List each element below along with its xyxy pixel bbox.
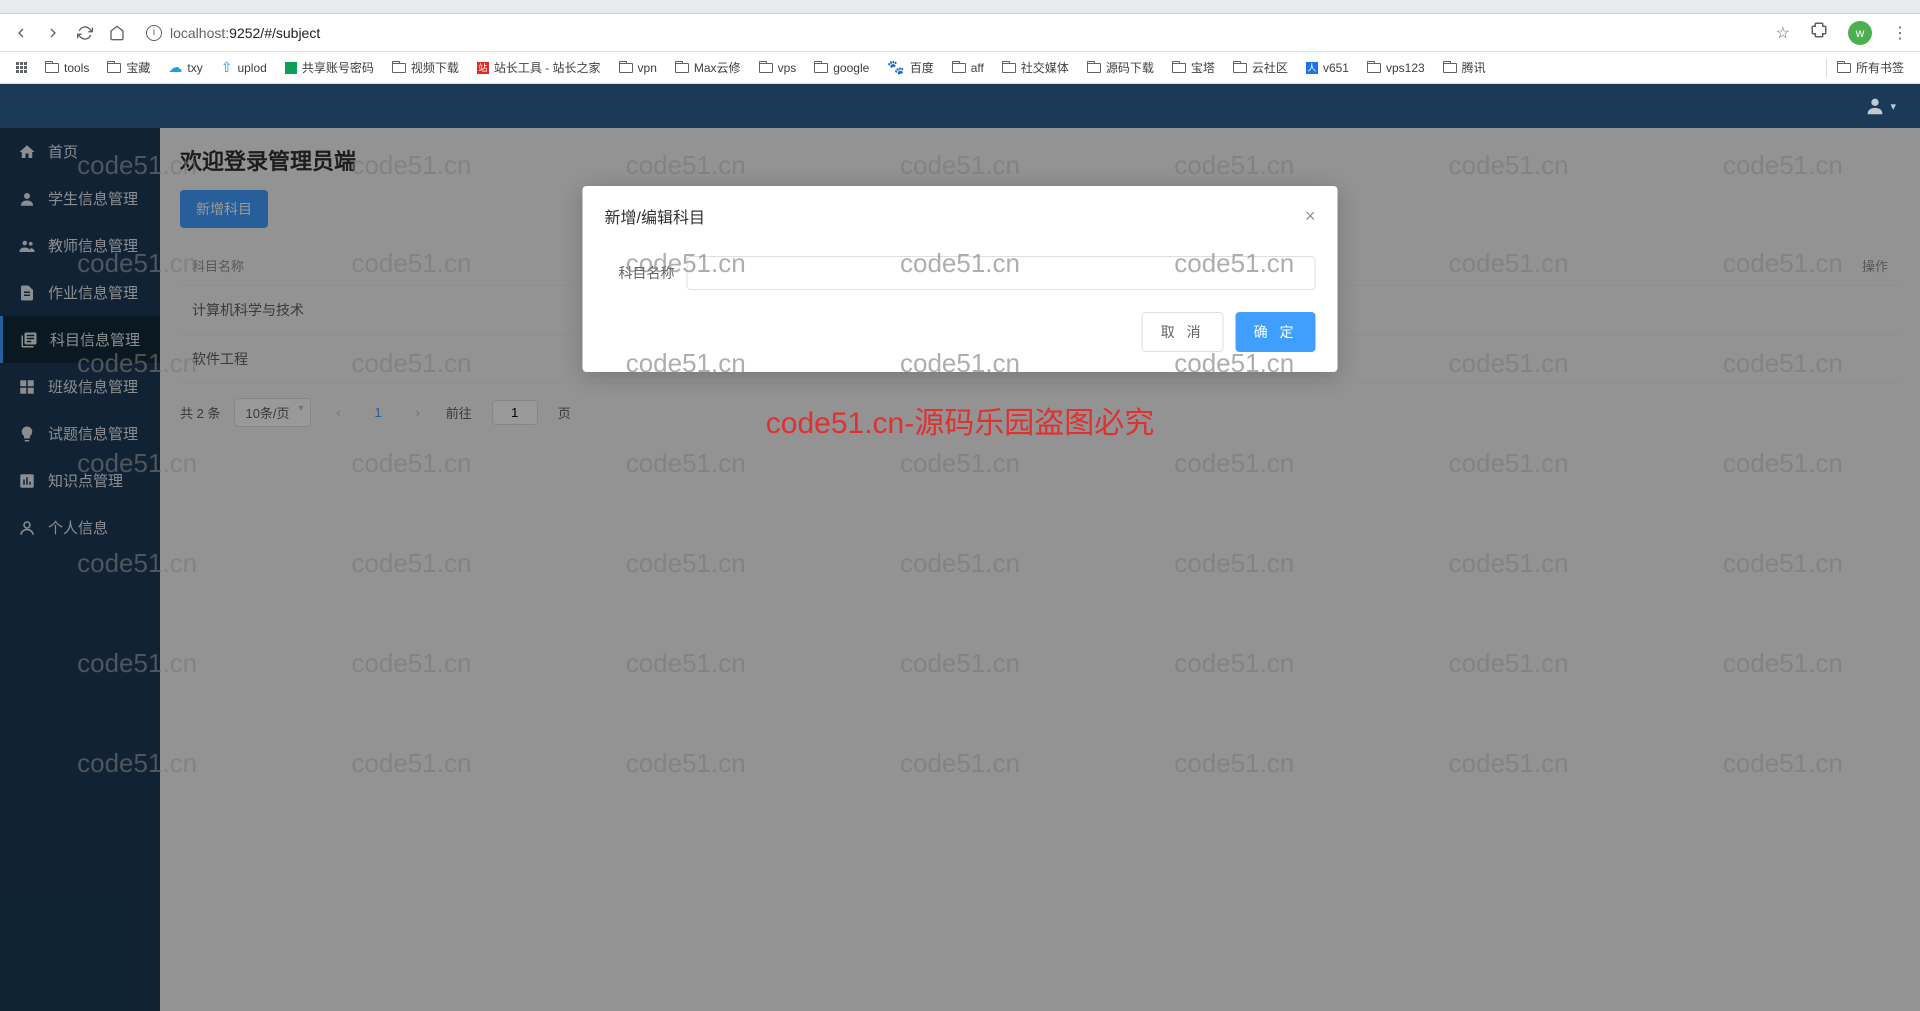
bookmark-vps123[interactable]: vps123	[1367, 61, 1425, 75]
confirm-button[interactable]: 确 定	[1236, 312, 1316, 352]
subject-dialog: 新增/编辑科目 × 科目名称 取 消 确 定	[583, 186, 1338, 372]
bookmark-tencent[interactable]: 腾讯	[1443, 59, 1486, 76]
cancel-button[interactable]: 取 消	[1142, 312, 1224, 352]
apps-shortcut[interactable]	[16, 62, 27, 73]
subject-name-input[interactable]	[687, 256, 1316, 290]
app-header: ▾	[0, 84, 1920, 128]
home-button[interactable]	[108, 24, 126, 42]
bookmark-v651[interactable]: 人v651	[1306, 61, 1349, 75]
bookmark-star-icon[interactable]: ☆	[1776, 23, 1790, 43]
browser-menu-icon[interactable]: ⋮	[1892, 23, 1908, 43]
subject-name-label: 科目名称	[605, 263, 675, 283]
bookmark-aff[interactable]: aff	[952, 61, 984, 75]
all-bookmarks[interactable]: 所有书签	[1837, 59, 1904, 76]
user-menu[interactable]: ▾	[1864, 95, 1896, 117]
bookmark-uplod[interactable]: ⇧uplod	[221, 59, 267, 76]
bookmark-video-dl[interactable]: 视频下载	[392, 59, 459, 76]
url-bar[interactable]: i localhost:9252/#/subject	[146, 25, 320, 41]
browser-toolbar: i localhost:9252/#/subject ☆ w ⋮	[0, 14, 1920, 52]
bookmark-source-dl[interactable]: 源码下载	[1087, 59, 1154, 76]
bookmark-vpn[interactable]: vpn	[619, 61, 657, 75]
bookmarks-bar: tools 宝藏 ☁txy ⇧uplod 共享账号密码 视频下载 站站长工具 -…	[0, 52, 1920, 84]
bookmark-baota[interactable]: 宝塔	[1172, 59, 1215, 76]
extensions-icon[interactable]	[1810, 21, 1828, 44]
bookmark-maxcloud[interactable]: Max云修	[675, 59, 741, 76]
dialog-close-icon[interactable]: ×	[1305, 206, 1316, 227]
bookmark-webmaster[interactable]: 站站长工具 - 站长之家	[477, 59, 601, 76]
reload-button[interactable]	[76, 24, 94, 42]
bookmark-shared-pwd[interactable]: 共享账号密码	[285, 59, 374, 76]
forward-button[interactable]	[44, 24, 62, 42]
profile-avatar[interactable]: w	[1848, 21, 1872, 45]
site-info-icon[interactable]: i	[146, 25, 162, 41]
dialog-title: 新增/编辑科目	[605, 204, 705, 228]
bookmark-tools[interactable]: tools	[45, 61, 89, 75]
back-button[interactable]	[12, 24, 30, 42]
browser-tab-strip	[0, 0, 1920, 14]
bookmark-separator	[1826, 59, 1827, 77]
bookmark-social[interactable]: 社交媒体	[1002, 59, 1069, 76]
bookmark-txy[interactable]: ☁txy	[168, 59, 202, 76]
url-text: localhost:9252/#/subject	[170, 25, 320, 41]
bookmark-cloud-community[interactable]: 云社区	[1233, 59, 1288, 76]
bookmark-google[interactable]: google	[814, 61, 869, 75]
bookmark-baidu[interactable]: 🐾百度	[887, 59, 933, 76]
bookmark-treasure[interactable]: 宝藏	[107, 59, 150, 76]
bookmark-vps[interactable]: vps	[759, 61, 797, 75]
